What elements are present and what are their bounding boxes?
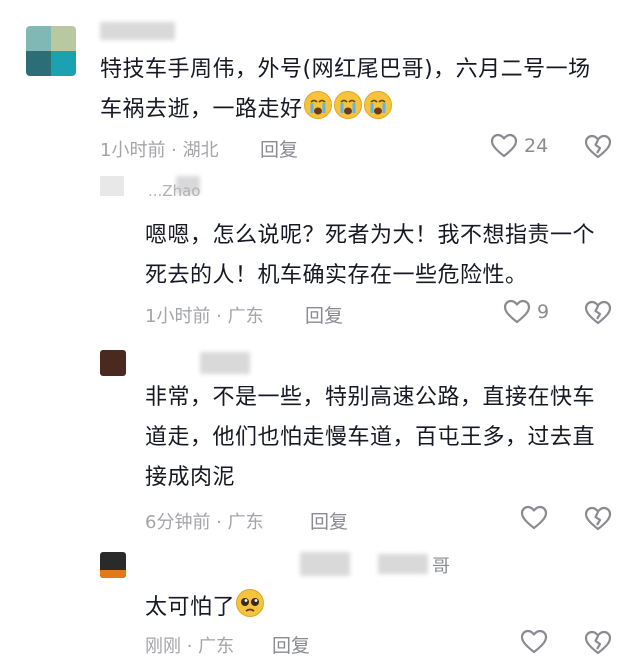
dislike-button[interactable] <box>584 300 612 326</box>
comment-location: 湖北 <box>182 140 219 161</box>
comment-meta: 刚刚 · 广东 <box>145 636 235 657</box>
username-redacted <box>100 22 175 40</box>
comment-time: 1小时前 <box>100 140 166 161</box>
comment-meta: 6分钟前 · 广东 <box>145 512 264 533</box>
crying-face-icon <box>333 90 363 120</box>
dislike-button[interactable] <box>584 134 612 160</box>
heart-icon <box>520 505 548 531</box>
avatar[interactable] <box>100 350 126 376</box>
reply-button[interactable]: 回复 <box>305 301 343 328</box>
reply-button[interactable]: 回复 <box>310 507 348 534</box>
reply-button[interactable]: 回复 <box>260 135 298 162</box>
heart-icon <box>490 133 518 159</box>
avatar[interactable] <box>100 552 126 578</box>
like-button[interactable] <box>520 629 554 655</box>
like-button[interactable] <box>520 505 554 531</box>
dislike-button[interactable] <box>584 630 612 656</box>
crying-face-icon <box>363 90 393 120</box>
like-button[interactable]: 9 <box>503 299 549 325</box>
comment-text: 非常，不是一些，特别高速公路，直接在快车道走，他们也怕走慢车道，百屯王多，过去直… <box>145 385 596 490</box>
reply-item: ...Zhao 嗯嗯，怎么说呢？死者为大！我不想指责一个死去的人！机车确实存在一… <box>0 176 640 342</box>
broken-heart-icon <box>584 134 612 160</box>
comment-text: 特技车手周伟，外号(网红尾巴哥)，六月二号一场车祸去逝，一路走好 <box>100 57 591 122</box>
comment-location: 广东 <box>227 306 264 327</box>
broken-heart-icon <box>584 630 612 656</box>
reply-item: 哥 太可怕了 刚刚 · 广东 回复 <box>0 542 640 658</box>
comment-username: 哥 <box>432 556 450 577</box>
username-redacted <box>300 552 350 576</box>
comment-time: 刚刚 <box>145 636 181 657</box>
broken-heart-icon <box>584 300 612 326</box>
comment-location: 广东 <box>227 512 264 533</box>
comment-time: 6分钟前 <box>145 512 211 533</box>
username-redacted <box>378 554 428 574</box>
like-count: 24 <box>524 135 549 157</box>
reply-button[interactable]: 回复 <box>272 631 310 658</box>
like-count: 9 <box>537 301 550 323</box>
avatar[interactable] <box>100 176 124 196</box>
comment-text: 太可怕了 <box>145 588 605 628</box>
broken-heart-icon <box>584 506 612 532</box>
dislike-button[interactable] <box>584 506 612 532</box>
comment-meta: 1小时前 · 广东 <box>145 306 264 327</box>
reply-item: 非常，不是一些，特别高速公路，直接在快车道走，他们也怕走慢车道，百屯王多，过去直… <box>0 342 640 542</box>
username-redacted <box>200 352 250 374</box>
comment-username: ...Zhao <box>148 182 201 200</box>
comment-item: 特技车手周伟，外号(网红尾巴哥)，六月二号一场车祸去逝，一路走好 1小时前 · … <box>0 0 640 176</box>
heart-icon <box>520 629 548 655</box>
like-button[interactable]: 24 <box>490 133 548 159</box>
comment-meta: 1小时前 · 湖北 <box>100 140 219 161</box>
heart-icon <box>503 299 531 325</box>
comment-time: 1小时前 <box>145 306 211 327</box>
avatar[interactable] <box>26 26 76 76</box>
pleading-face-icon <box>235 588 265 618</box>
crying-face-icon <box>303 90 333 120</box>
comment-location: 广东 <box>198 636 235 657</box>
comment-text: 嗯嗯，怎么说呢？死者为大！我不想指责一个死去的人！机车确实存在一些危险性。 <box>145 223 596 288</box>
